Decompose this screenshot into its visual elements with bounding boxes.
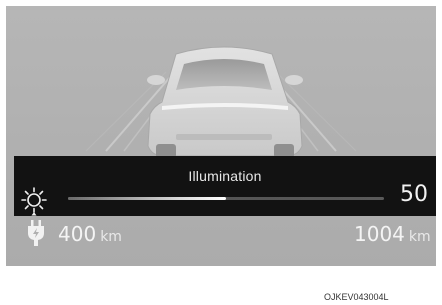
ev-range-unit: km (100, 229, 122, 245)
illumination-value: 50 (400, 182, 428, 207)
ev-range-left: 400 km (58, 222, 122, 246)
ev-range-value: 400 (58, 222, 97, 246)
figure-code: OJKEV043004L (324, 292, 389, 302)
illumination-slider-fill (68, 197, 226, 200)
illumination-slider[interactable] (68, 197, 384, 200)
illumination-adjust-overlay: Illumination 50 (14, 156, 436, 216)
sun-brightness-icon[interactable] (18, 184, 50, 216)
ev-plug-icon (28, 220, 44, 246)
instrument-cluster-display: 400 km 1004 km (6, 6, 436, 266)
total-range-unit: km (408, 229, 431, 245)
total-range-right: 1004 km (354, 222, 431, 246)
illumination-title: Illumination (188, 168, 262, 184)
total-range-value: 1004 (354, 222, 405, 246)
